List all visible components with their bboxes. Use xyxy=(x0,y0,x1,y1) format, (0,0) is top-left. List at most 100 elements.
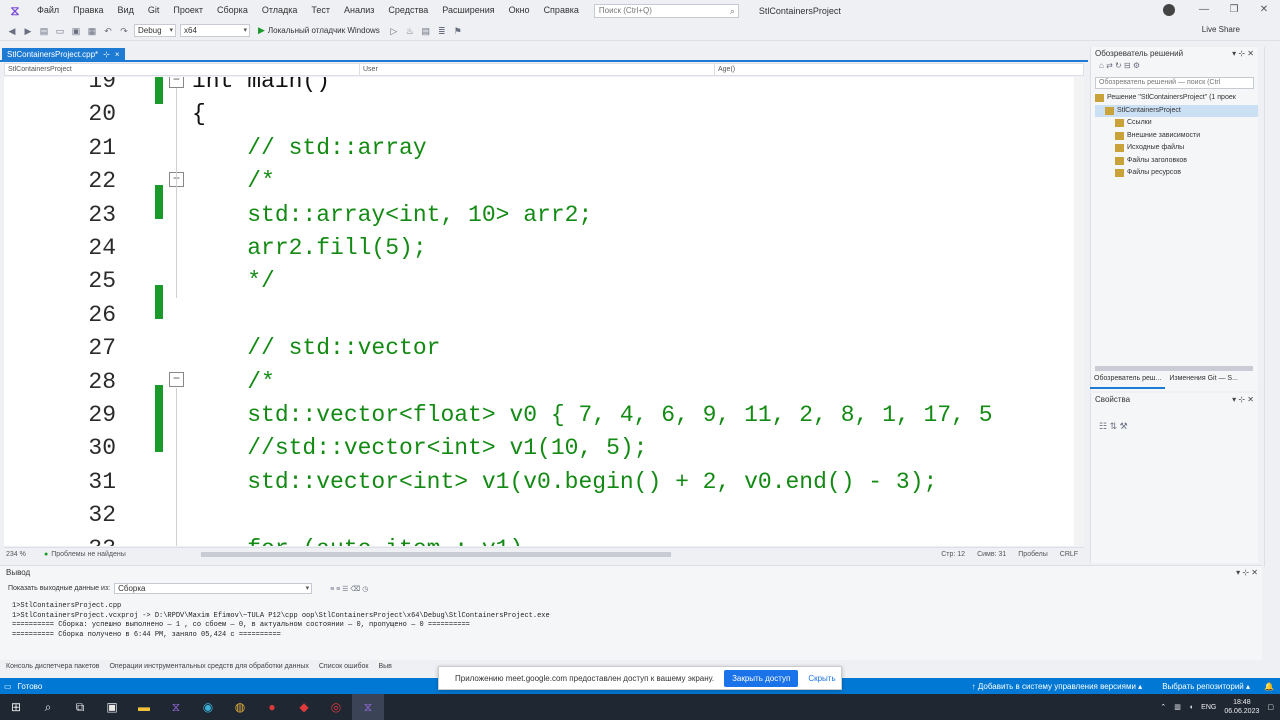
add-to-source-control-button[interactable]: ↑ Добавить в систему управления версиями… xyxy=(972,682,1143,691)
code-line[interactable]: 24 arr2.fill(5); xyxy=(4,231,1074,265)
tree-item[interactable]: Исходные файлы xyxy=(1095,142,1258,155)
tray-chevron-icon[interactable]: ⌃ xyxy=(1160,703,1166,711)
tree-item[interactable]: Файлы заголовков xyxy=(1095,155,1258,168)
new-item-icon[interactable]: ▤ xyxy=(38,25,50,37)
zoom-level[interactable]: 234 % xyxy=(4,551,44,558)
forward-icon[interactable]: ▶ xyxy=(22,25,34,37)
toolbar-tool-icon[interactable]: ≣ xyxy=(436,25,448,37)
menu-item-4[interactable]: Проект xyxy=(166,0,210,21)
menu-item-1[interactable]: Правка xyxy=(66,0,110,21)
code-line[interactable]: 31 std::vector<int> v1(v0.begin() + 2, v… xyxy=(4,465,1074,499)
tab-solution-explorer[interactable]: Обозреватель реш... xyxy=(1090,375,1166,389)
menu-item-12[interactable]: Справка xyxy=(537,0,586,21)
visual-studio-logo-icon[interactable]: ⧖ xyxy=(0,0,30,21)
menu-item-3[interactable]: Git xyxy=(141,0,167,21)
categorized-icon[interactable]: ☷ xyxy=(1099,421,1107,431)
minimize-icon[interactable]: — xyxy=(1189,2,1219,18)
issues-status[interactable]: Проблемы не найдены xyxy=(51,551,201,558)
code-line[interactable]: 22 /* xyxy=(4,164,1074,198)
function-dropdown[interactable]: Age() xyxy=(715,64,1083,75)
tree-item[interactable]: Внешние зависимости xyxy=(1095,130,1258,143)
keyboard-language[interactable]: ENG xyxy=(1201,704,1216,711)
bottom-tab[interactable]: Список ошибок xyxy=(319,660,369,673)
side-toolwindow-strip[interactable] xyxy=(1264,47,1280,567)
code-line[interactable]: 30 //std::vector<int> v1(10, 5); xyxy=(4,431,1074,465)
maximize-icon[interactable]: ❐ xyxy=(1219,2,1249,18)
scope-dropdown[interactable]: StlContainersProject xyxy=(5,64,360,75)
menu-item-2[interactable]: Вид xyxy=(111,0,141,21)
hot-reload-icon[interactable]: ♨ xyxy=(404,25,416,37)
member-dropdown[interactable]: User xyxy=(360,64,715,75)
panel-controls-icon[interactable]: ▾ ⊹ ✕ xyxy=(1236,567,1258,579)
tree-horizontal-scrollbar[interactable] xyxy=(1095,366,1253,371)
visual-studio-active-icon[interactable]: ⧖ xyxy=(352,694,384,720)
opera-icon[interactable]: ◎ xyxy=(320,694,352,720)
menu-item-8[interactable]: Анализ xyxy=(337,0,381,21)
chrome-icon[interactable]: ◍ xyxy=(224,694,256,720)
notification-center-icon[interactable]: ▢ xyxy=(1267,703,1274,711)
tree-item[interactable]: Файлы ресурсов xyxy=(1095,167,1258,180)
search-input[interactable]: Поиск (Ctrl+Q) ⌕ xyxy=(593,3,739,18)
code-line[interactable]: 21 // std::array xyxy=(4,131,1074,165)
home-icon[interactable]: ⌂ xyxy=(1099,61,1104,70)
edge-icon[interactable]: ◉ xyxy=(192,694,224,720)
platform-select[interactable]: x64 ▾ xyxy=(180,24,250,37)
open-icon[interactable]: ▭ xyxy=(54,25,66,37)
wrench-icon[interactable]: ⚒ xyxy=(1120,421,1128,431)
stop-sharing-button[interactable]: Закрыть доступ xyxy=(724,669,799,687)
start-icon[interactable]: ⊞ xyxy=(0,694,32,720)
menu-item-10[interactable]: Расширения xyxy=(435,0,501,21)
close-icon[interactable]: ✕ xyxy=(1249,2,1279,18)
solution-search-input[interactable]: Обозреватель решений — поиск (Ctrl xyxy=(1095,77,1254,89)
indent-mode[interactable]: Пробелы xyxy=(1018,551,1048,558)
close-tab-icon[interactable]: × xyxy=(115,48,120,62)
collapse-icon[interactable]: ⊟ xyxy=(1124,61,1131,70)
visual-studio-icon[interactable]: ⧖ xyxy=(160,694,192,720)
bottom-tab[interactable]: Консоль диспетчера пакетов xyxy=(6,660,99,673)
sync-icon[interactable]: ⇄ xyxy=(1106,61,1113,70)
undo-icon[interactable]: ↶ xyxy=(102,25,114,37)
pin-icon[interactable]: ⊹ xyxy=(103,48,110,62)
code-line[interactable]: 20 { xyxy=(4,97,1074,131)
tree-item[interactable]: StlContainersProject xyxy=(1095,104,1258,117)
search-icon[interactable]: ⌕ xyxy=(32,694,64,720)
panel-controls-icon[interactable]: ▾ ⊹ ✕ xyxy=(1232,47,1254,61)
clock[interactable]: 18:48 06.06.2023 xyxy=(1224,698,1259,716)
horizontal-scrollbar[interactable] xyxy=(201,552,672,557)
code-editor[interactable]: 19 int main() 20{21 // std::array 22 /* 23 s… xyxy=(4,77,1074,546)
bottom-tab[interactable]: Операции инструментальных средств для об… xyxy=(109,660,308,673)
output-text[interactable]: 1>StlContainersProject.cpp 1>StlContainer… xyxy=(12,602,550,640)
code-line[interactable]: 19 int main() xyxy=(4,77,1074,98)
menu-item-6[interactable]: Отладка xyxy=(255,0,305,21)
menu-item-5[interactable]: Сборка xyxy=(210,0,255,21)
refresh-icon[interactable]: ↻ xyxy=(1115,61,1122,70)
line-endings[interactable]: CRLF xyxy=(1060,551,1078,558)
run-debugger-button[interactable]: ▶ Локальный отладчик Windows xyxy=(254,25,384,36)
code-line[interactable]: 32 xyxy=(4,498,1074,532)
select-repository-button[interactable]: Выбрать репозиторий ▴ xyxy=(1162,682,1250,691)
run-without-debug-icon[interactable]: ▷ xyxy=(388,25,400,37)
menu-item-9[interactable]: Средства xyxy=(381,0,435,21)
live-share-button[interactable]: Live Share xyxy=(1202,25,1240,34)
tree-item[interactable]: Ссылки xyxy=(1095,117,1258,130)
code-line[interactable]: 27 // std::vector xyxy=(4,331,1074,365)
store-icon[interactable]: ▣ xyxy=(96,694,128,720)
configuration-select[interactable]: Debug ▾ xyxy=(134,24,176,37)
menu-item-0[interactable]: Файл xyxy=(30,0,66,21)
notifications-icon[interactable]: 🔔 xyxy=(1264,682,1274,691)
alphabetical-icon[interactable]: ⇅ xyxy=(1110,421,1118,431)
bottom-tab[interactable]: Выв xyxy=(378,660,391,673)
code-line[interactable]: 23 std::array<int, 10> arr2; xyxy=(4,198,1074,232)
menu-item-11[interactable]: Окно xyxy=(502,0,537,21)
tab-stlcontainersproject-cpp[interactable]: StlContainersProject.cpp* ⊹ × xyxy=(2,48,125,62)
task-view-icon[interactable]: ⧉ xyxy=(64,694,96,720)
settings-icon[interactable]: ⚙ xyxy=(1133,61,1140,70)
save-all-icon[interactable]: ▦ xyxy=(86,25,98,37)
panel-controls-icon[interactable]: ▾ ⊹ ✕ xyxy=(1232,393,1254,407)
output-toolbar-icon[interactable]: ≡ ≡ ☰ ⌫ ◷ xyxy=(330,585,368,593)
tree-item[interactable]: Решение "StlContainersProject" (1 проек xyxy=(1095,92,1258,105)
menu-item-7[interactable]: Тест xyxy=(304,0,337,21)
editor-vertical-scrollbar[interactable] xyxy=(1074,77,1084,546)
file-explorer-icon[interactable]: ▬ xyxy=(128,694,160,720)
collapse-region-icon[interactable]: − xyxy=(169,77,184,88)
